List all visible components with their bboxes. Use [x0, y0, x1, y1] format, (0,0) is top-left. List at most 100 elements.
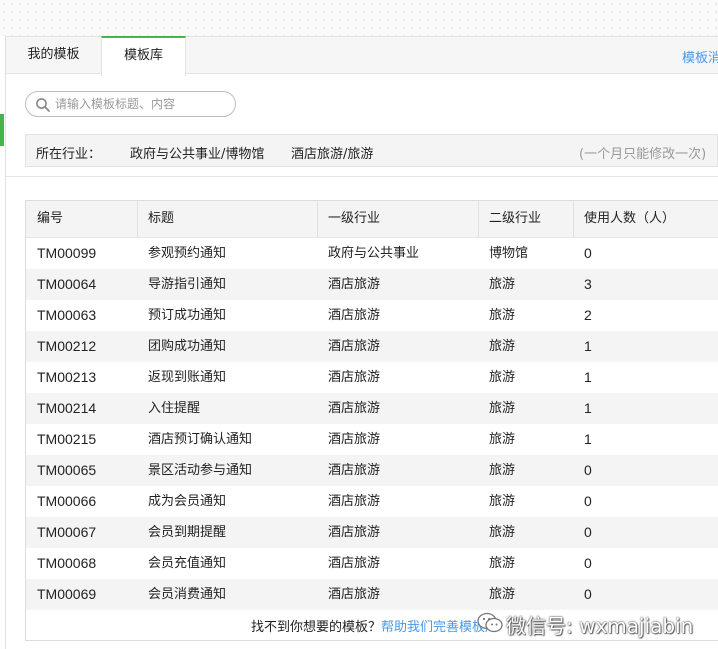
search-icon: [36, 98, 50, 112]
cell-title: 返现到账通知: [148, 370, 227, 385]
header-separator: [137, 201, 138, 237]
cell-users: 0: [584, 524, 592, 540]
cell-industry2: 旅游: [489, 339, 516, 354]
table-row[interactable]: TM00066 成为会员通知 酒店旅游 旅游 0: [26, 486, 718, 517]
table-row[interactable]: TM00067 会员到期提醒 酒店旅游 旅游 0: [26, 517, 718, 548]
header-separator: [573, 201, 574, 237]
header-users: 使用人数（人）: [584, 211, 676, 226]
header-id: 编号: [37, 211, 64, 226]
cell-users: 0: [584, 586, 592, 602]
cell-title: 导游指引通知: [148, 277, 227, 292]
cell-title: 入住提醒: [148, 401, 201, 416]
table-row[interactable]: TM00063 预订成功通知 酒店旅游 旅游 2: [26, 300, 718, 331]
cell-industry2: 旅游: [489, 494, 516, 509]
cell-industry2: 旅游: [489, 525, 516, 540]
cell-industry2: 博物馆: [489, 246, 529, 261]
cell-title: 会员消费通知: [148, 587, 227, 602]
industry-bar: 所在行业： 政府与公共事业/博物馆 酒店旅游/旅游 (一个月只能修改一次): [25, 134, 718, 167]
industry-label: 所在行业：: [36, 147, 102, 162]
cell-industry2: 旅游: [489, 556, 516, 571]
cell-industry2: 旅游: [489, 401, 516, 416]
cell-id: TM00214: [37, 400, 97, 416]
table-row[interactable]: TM00069 会员消费通知 酒店旅游 旅游 0: [26, 579, 718, 610]
header-title: 标题: [148, 211, 175, 226]
industry-primary: 政府与公共事业/博物馆: [130, 147, 265, 162]
footer-text: 找不到你想要的模板？: [251, 620, 382, 635]
cell-industry1: 政府与公共事业: [328, 246, 420, 261]
header-industry2: 二级行业: [489, 211, 542, 226]
tab-bar: 我的模板 模板库 模板消息: [6, 36, 718, 76]
table-row[interactable]: TM00214 入住提醒 酒店旅游 旅游 1: [26, 393, 718, 424]
cell-industry1: 酒店旅游: [328, 339, 381, 354]
cell-id: TM00064: [37, 276, 97, 292]
divider: [6, 176, 718, 177]
cell-id: TM00067: [37, 524, 97, 540]
table-row[interactable]: TM00215 酒店预订确认通知 酒店旅游 旅游 1: [26, 424, 718, 455]
cell-users: 0: [584, 555, 592, 571]
cell-industry2: 旅游: [489, 587, 516, 602]
cell-id: TM00063: [37, 307, 97, 323]
wechat-icon: [477, 612, 503, 633]
table-row[interactable]: TM00212 团购成功通知 酒店旅游 旅游 1: [26, 331, 718, 362]
cell-industry2: 旅游: [489, 308, 516, 323]
cell-title: 成为会员通知: [148, 494, 227, 509]
cell-industry1: 酒店旅游: [328, 432, 381, 447]
top-background: [0, 0, 718, 36]
cell-industry1: 酒店旅游: [328, 401, 381, 416]
cell-users: 1: [584, 431, 592, 447]
header-industry1: 一级行业: [328, 211, 381, 226]
cell-industry2: 旅游: [489, 432, 516, 447]
tab-my-templates[interactable]: 我的模板: [6, 36, 101, 74]
table-row[interactable]: TM00065 景区活动参与通知 酒店旅游 旅游 0: [26, 455, 718, 486]
cell-industry1: 酒店旅游: [328, 370, 381, 385]
table-header: 编号 标题 一级行业 二级行业 使用人数（人）: [26, 201, 718, 238]
cell-industry1: 酒店旅游: [328, 556, 381, 571]
cell-industry2: 旅游: [489, 277, 516, 292]
watermark-text: 微信号: wxmajiabin: [506, 614, 694, 638]
industry-modify-note: (一个月只能修改一次): [579, 147, 707, 162]
search-input[interactable]: [55, 95, 230, 113]
header-separator: [478, 201, 479, 237]
cell-users: 0: [584, 245, 592, 261]
table-row[interactable]: TM00099 参观预约通知 政府与公共事业 博物馆 0: [26, 238, 718, 269]
cell-industry1: 酒店旅游: [328, 494, 381, 509]
tab-template-library[interactable]: 模板库: [101, 36, 186, 76]
cell-users: 0: [584, 462, 592, 478]
wechat-watermark: 微信号: wxmajiabin: [470, 607, 718, 641]
cell-id: TM00065: [37, 462, 97, 478]
cell-id: TM00068: [37, 555, 97, 571]
template-table: 编号 标题 一级行业 二级行业 使用人数（人） TM00099 参观预约通知 政府与…: [25, 200, 718, 641]
cell-users: 2: [584, 307, 592, 323]
cell-industry1: 酒店旅游: [328, 463, 381, 478]
cell-title: 预订成功通知: [148, 308, 227, 323]
cell-id: TM00099: [37, 245, 97, 261]
cell-users: 3: [584, 276, 592, 292]
footer-note: 找不到你想要的模板？帮助我们完善模板库: [251, 616, 498, 635]
cell-title: 酒店预订确认通知: [148, 432, 253, 447]
industry-secondary: 酒店旅游/旅游: [291, 147, 374, 162]
search-box[interactable]: [25, 91, 236, 117]
cell-id: TM00066: [37, 493, 97, 509]
table-row[interactable]: TM00213 返现到账通知 酒店旅游 旅游 1: [26, 362, 718, 393]
cell-industry2: 旅游: [489, 463, 516, 478]
cell-id: TM00215: [37, 431, 97, 447]
cell-title: 参观预约通知: [148, 246, 227, 261]
table-row[interactable]: TM00068 会员充值通知 酒店旅游 旅游 0: [26, 548, 718, 579]
cell-industry1: 酒店旅游: [328, 277, 381, 292]
table-body: TM00099 参观预约通知 政府与公共事业 博物馆 0 TM00064 导游指引通知 酒店旅…: [26, 238, 718, 610]
left-border: [5, 36, 6, 649]
cell-users: 0: [584, 493, 592, 509]
cell-users: 1: [584, 400, 592, 416]
cell-industry1: 酒店旅游: [328, 525, 381, 540]
template-message-link[interactable]: 模板消息: [682, 47, 718, 66]
cell-id: TM00069: [37, 586, 97, 602]
cell-industry1: 酒店旅游: [328, 308, 381, 323]
cell-title: 会员充值通知: [148, 556, 227, 571]
cell-id: TM00212: [37, 338, 97, 354]
cell-id: TM00213: [37, 369, 97, 385]
table-row[interactable]: TM00064 导游指引通知 酒店旅游 旅游 3: [26, 269, 718, 300]
cell-industry2: 旅游: [489, 370, 516, 385]
cell-title: 会员到期提醒: [148, 525, 227, 540]
cell-industry1: 酒店旅游: [328, 587, 381, 602]
header-separator: [317, 201, 318, 237]
